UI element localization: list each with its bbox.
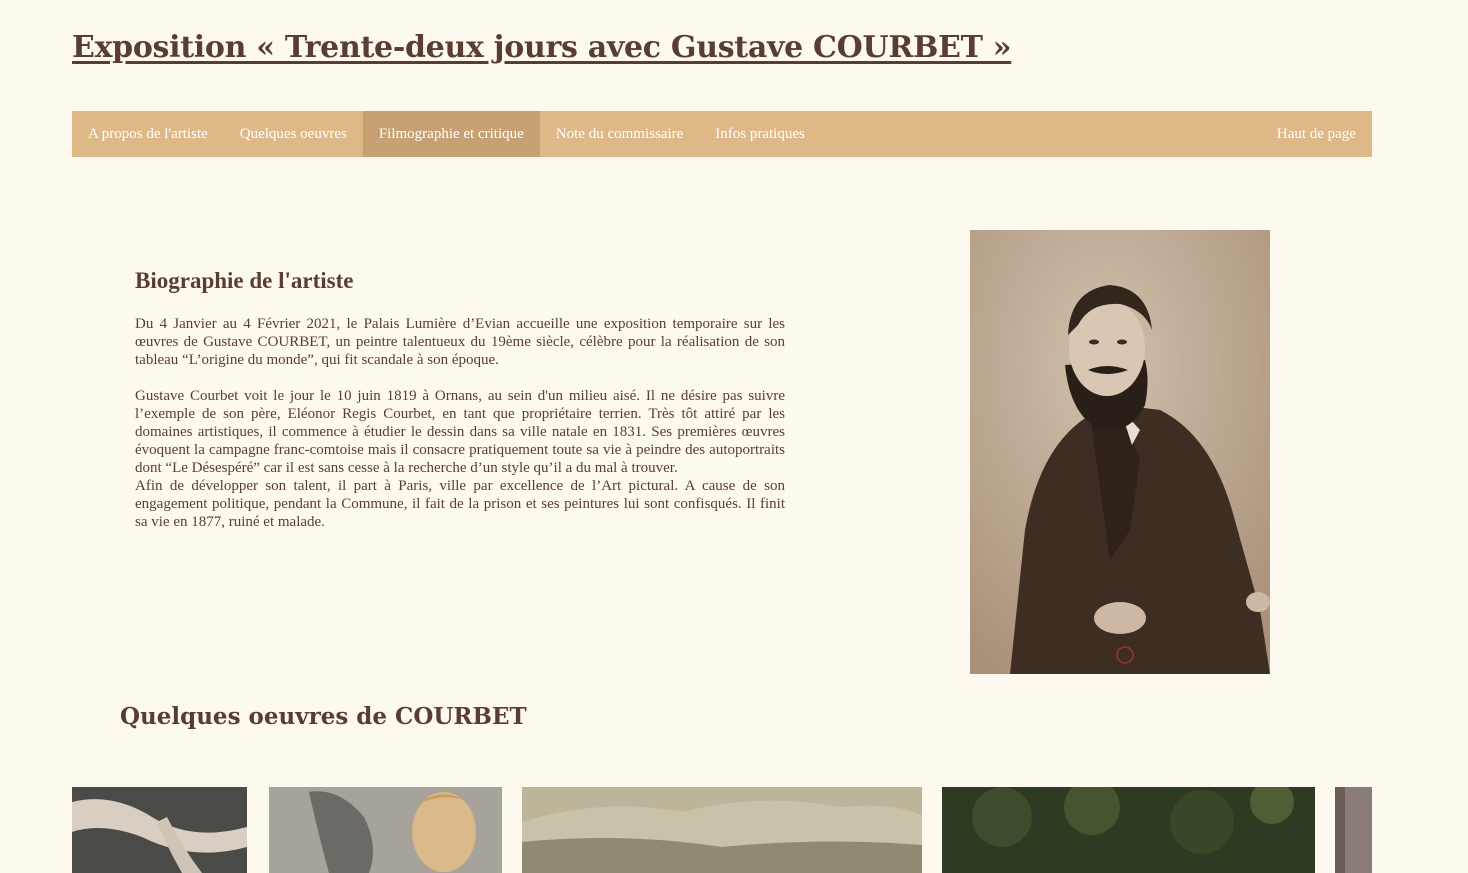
bio-paragraph-youth: Gustave Courbet voit le jour le 10 juin … [135,388,785,476]
nav-item-filmographie[interactable]: Filmographie et critique [362,111,540,157]
artwork-thumbnail-1[interactable] [72,787,247,873]
bio-paragraph-paris: Afin de développer son talent, il part à… [135,478,785,530]
site-title-link[interactable]: Exposition « Trente-deux jours avec Gust… [72,30,1012,65]
works-gallery [72,787,1372,873]
works-heading: Quelques oeuvres de COURBET [120,703,527,730]
nav-item-quelques-oeuvres[interactable]: Quelques oeuvres [224,111,363,157]
artist-portrait-image [970,230,1270,674]
biography-section: Biographie de l'artiste Du 4 Janvier au … [135,268,785,531]
artwork-thumbnail-2[interactable] [269,787,502,873]
main-nav: A propos de l'artiste Quelques oeuvres F… [72,111,1372,157]
nav-item-infos-pratiques[interactable]: Infos pratiques [699,111,821,157]
nav-item-note-commissaire[interactable]: Note du commissaire [540,111,699,157]
artwork-thumbnail-4[interactable] [942,787,1315,873]
biography-heading: Biographie de l'artiste [135,268,354,293]
nav-item-a-propos[interactable]: A propos de l'artiste [72,111,224,157]
nav-item-haut-de-page[interactable]: Haut de page [1261,111,1372,157]
artwork-thumbnail-3[interactable] [522,787,922,873]
bio-paragraph-intro: Du 4 Janvier au 4 Février 2021, le Palai… [135,316,785,368]
artwork-thumbnail-5[interactable] [1335,787,1372,873]
